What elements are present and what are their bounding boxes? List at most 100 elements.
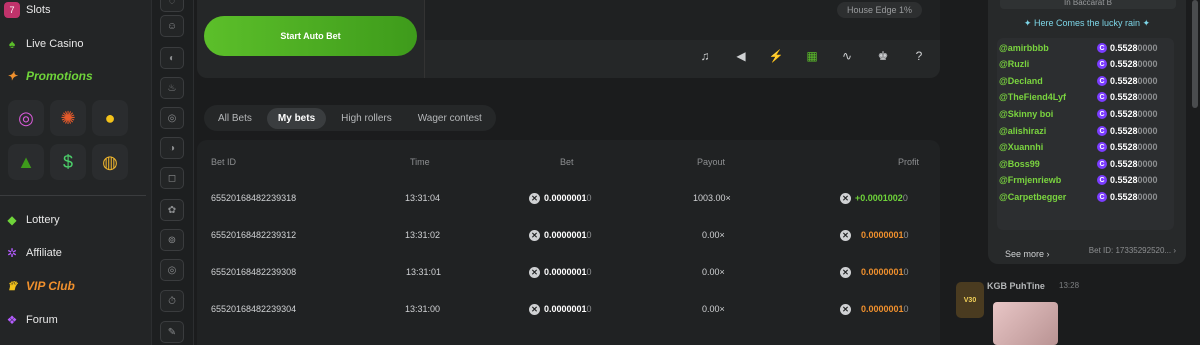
table-row[interactable]: 65520168482239304 13:31:00 ✕ 0.0000001 0 0… [197,291,940,327]
table-row[interactable]: 65520168482239312 13:31:02 ✕ 0.0000001 0 0… [197,217,940,253]
promo-wheel-tile[interactable]: ✺ [50,100,86,136]
sound-icon[interactable]: ◀ [733,48,749,64]
coin-icon: C [1097,142,1107,152]
coin-icon: C [1097,126,1107,136]
sidebar-item-lottery[interactable]: ◆ Lottery [4,212,60,228]
amount-main: 0.5528 [1110,76,1138,86]
sidebar-item-live-casino[interactable]: ♠ Live Casino [4,36,84,52]
list-item: @Carpetbegger C 0.5528 0000 [997,189,1174,205]
promo-chest-tile[interactable]: ▲ [8,144,44,180]
profit-amount-tail: 0 [903,267,909,277]
bet-cell: ✕ 0.0000001 0 [529,291,592,327]
rail-game-icon[interactable]: ◎ [160,259,184,281]
amount-main: 0.5528 [1110,59,1138,69]
start-auto-bet-button[interactable]: Start Auto Bet [204,16,417,56]
winner-name[interactable]: @Carpetbegger [999,192,1066,202]
winner-name[interactable]: @amirbbbb [999,43,1049,53]
rail-game-icon[interactable]: ◐ [160,47,184,69]
chest-icon: ▲ [17,151,35,172]
game-table-area: House Edge 1% [425,0,940,40]
promo-coin-tile[interactable]: ◍ [92,144,128,180]
chat-panel: In Baccarat B ✦ Here Comes the lucky rai… [948,0,1200,345]
bet-amount: 0.0000001 [544,193,587,203]
bet-id-cell: 65520168482239312 [211,230,297,240]
sidebar-item-vip-club[interactable]: ♛ VIP Club [4,278,75,294]
coin-icon: C [1097,59,1107,69]
amount-main: 0.5528 [1110,142,1138,152]
keyboard-icon[interactable]: ▦ [804,48,820,64]
amount-main: 0.5528 [1110,192,1138,202]
winner-name[interactable]: @Skinny boi [999,109,1053,119]
bet-id-cell: 65520168482239304 [211,304,297,314]
bet-amount-tail: 0 [586,230,592,240]
sidebar-item-affiliate[interactable]: ✲ Affiliate [4,245,62,261]
header-payout: Payout [697,157,726,167]
winner-amount: C 0.5528 0000 [1097,76,1158,86]
ticket-icon: ◆ [7,213,17,227]
winner-name[interactable]: @alishirazi [999,126,1046,136]
wheel-icon: ✺ [60,107,76,128]
music-icon[interactable]: ♫ [697,48,713,64]
sidebar-item-label: Live Casino [26,38,84,50]
winner-name[interactable]: @Boss99 [999,159,1040,169]
winner-name[interactable]: @Xuannhi [999,142,1043,152]
winner-amount: C 0.5528 0000 [1097,192,1158,202]
rain-title-text: Here Comes the lucky rain [1033,18,1141,28]
winner-amount: C 0.5528 0000 [1097,109,1158,119]
sidebar-item-label: Lottery [26,214,60,226]
amount-tail: 0000 [1137,192,1158,202]
rain-card: In Baccarat B ✦ Here Comes the lucky rai… [988,0,1186,264]
fairness-icon[interactable]: ♚ [875,48,891,64]
bet-amount-tail: 0 [586,193,592,203]
rail-game-icon[interactable]: ⊚ [160,229,184,251]
lightning-icon[interactable]: ⚡ [768,48,784,64]
promo-cash-tile[interactable]: $ [50,144,86,180]
winner-amount: C 0.5528 0000 [1097,92,1158,102]
tab-wager-contest[interactable]: Wager contest [407,108,493,129]
help-icon[interactable]: ? [911,48,927,64]
winner-name[interactable]: @Decland [999,76,1043,86]
table-row[interactable]: 65520168482239308 13:31:01 ✕ 0.0000001 0 0… [197,254,940,290]
sidebar-item-slots[interactable]: 7 Slots [4,2,50,18]
promo-spin-tile[interactable]: ◎ [8,100,44,136]
droplet-icon: ✦ [1140,18,1151,28]
winner-amount: C 0.5528 0000 [1097,175,1158,185]
rail-game-icon[interactable]: ◻ [160,167,184,189]
chat-scrollbar[interactable] [1192,0,1198,108]
see-more-label: See more [1005,249,1045,259]
sidebar-item-promotions[interactable]: ✦ Promotions [4,68,93,84]
profit-cell: ✕ +0.0001002 0 [840,180,908,216]
amount-tail: 0000 [1137,159,1158,169]
rail-game-icon[interactable]: ✿ [160,199,184,221]
avatar[interactable]: V30 [956,282,984,318]
amount-tail: 0000 [1137,109,1158,119]
rail-game-icon[interactable]: ◎ [160,107,184,129]
rail-game-icon[interactable]: ✎ [160,321,184,343]
profit-amount: 0.0000001 [861,230,904,240]
rail-game-icon[interactable]: ⏱ [160,290,184,312]
table-row[interactable]: 65520168482239318 13:31:04 ✕ 0.0000001 0 1… [197,180,940,216]
winner-name[interactable]: @TheFiend4Lyf [999,92,1066,102]
rail-game-icon[interactable]: ◑ [160,137,184,159]
chat-username[interactable]: KGB PuhTine [987,281,1045,291]
rain-bet-id[interactable]: Bet ID: 17335292520... › [1089,246,1176,255]
tab-my-bets[interactable]: My bets [266,107,327,129]
chat-image[interactable] [993,302,1058,345]
promo-piggy-tile[interactable]: ● [92,100,128,136]
sidebar-item-forum[interactable]: ❖ Forum [4,312,58,328]
amount-tail: 0000 [1137,92,1158,102]
rail-game-icon[interactable]: ◌ [160,0,184,12]
coin-icon: ✕ [529,192,540,204]
tab-high-rollers[interactable]: High rollers [330,108,403,129]
winner-name[interactable]: @Ruzli [999,59,1029,69]
rail-game-icon[interactable]: ♨ [160,77,184,99]
chat-timestamp: 13:28 [1059,281,1080,290]
amount-tail: 0000 [1137,59,1158,69]
winner-name[interactable]: @Frmjenriewb [999,175,1061,185]
see-more-link[interactable]: See more › [1005,249,1050,259]
rail-game-icon[interactable]: ☺ [160,15,184,37]
chart-icon[interactable]: ∿ [839,48,855,64]
tab-all-bets[interactable]: All Bets [207,108,263,129]
coin-icon: C [1097,76,1107,86]
coin-icon: ✕ [529,229,540,241]
